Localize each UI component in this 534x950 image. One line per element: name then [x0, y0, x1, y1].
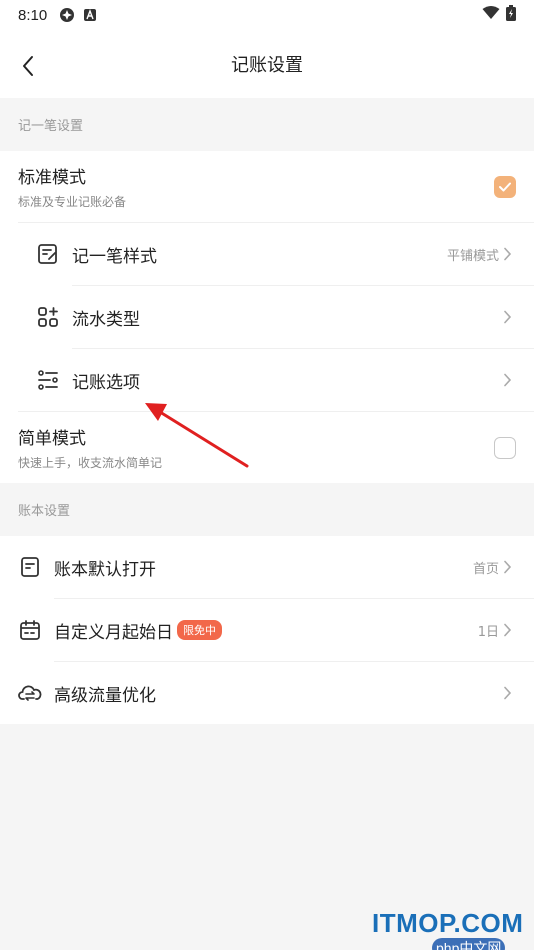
sliders-icon — [36, 368, 60, 392]
watermark-sub: php中文网 — [432, 938, 506, 950]
grid-plus-icon — [36, 305, 60, 329]
nav-bar: 记账设置 — [0, 30, 534, 98]
chevron-right-icon — [503, 623, 512, 637]
chevron-right-icon — [503, 247, 512, 261]
chevron-right-icon — [503, 560, 512, 574]
standard-mode-row[interactable]: 标准模式 标准及专业记账必备 — [0, 151, 534, 222]
default-book-open-value: 首页 — [472, 561, 499, 577]
custom-month-start-row[interactable]: 自定义月起始日 限免中 1日 — [0, 599, 534, 661]
section-header-book: 账本设置 — [0, 483, 534, 536]
flow-type-label: 流水类型 — [72, 309, 140, 330]
custom-month-start-value: 1日 — [477, 624, 499, 640]
document-icon — [18, 555, 42, 579]
free-badge: 限免中 — [177, 620, 222, 640]
simple-mode-checkbox[interactable] — [494, 436, 516, 459]
watermark: ITMOP.COM php中文网 — [372, 908, 524, 950]
standard-mode-title: 标准模式 — [18, 168, 86, 188]
record-settings-card: 标准模式 标准及专业记账必备 记一笔样式 平铺模式 流水类型 记账选项 简单模式… — [0, 151, 534, 483]
status-time: 8:10 — [18, 6, 48, 24]
chevron-right-icon — [503, 310, 512, 324]
default-book-open-label: 账本默认打开 — [54, 559, 156, 580]
default-book-open-row[interactable]: 账本默认打开 首页 — [0, 536, 534, 598]
calendar-icon — [18, 618, 42, 642]
simple-mode-subtitle: 快速上手，收支流水简单记 — [18, 456, 163, 470]
status-bar: 8:10 — [0, 0, 534, 30]
page-title: 记账设置 — [231, 55, 303, 76]
font-notification-icon — [83, 8, 97, 22]
record-options-row[interactable]: 记账选项 — [0, 349, 534, 411]
section-header-record: 记一笔设置 — [0, 98, 534, 151]
standard-mode-checkbox[interactable] — [494, 175, 516, 198]
edit-icon — [36, 242, 60, 266]
check-icon — [499, 182, 511, 191]
record-style-label: 记一笔样式 — [72, 246, 157, 267]
custom-month-start-label: 自定义月起始日 — [54, 622, 173, 643]
record-options-label: 记账选项 — [72, 372, 140, 393]
chevron-left-icon — [23, 56, 33, 76]
simple-mode-title: 简单模式 — [18, 429, 86, 449]
traffic-optimize-row[interactable]: 高级流量优化 — [0, 662, 534, 724]
cloud-sync-icon — [18, 681, 42, 705]
wifi-icon — [482, 6, 500, 24]
record-style-row[interactable]: 记一笔样式 平铺模式 — [0, 223, 534, 285]
chevron-right-icon — [503, 373, 512, 387]
simple-mode-row[interactable]: 简单模式 快速上手，收支流水简单记 — [0, 412, 534, 483]
standard-mode-subtitle: 标准及专业记账必备 — [18, 195, 127, 209]
record-style-value: 平铺模式 — [446, 248, 499, 264]
watermark-text: ITMOP.COM — [372, 908, 524, 938]
book-settings-card: 账本默认打开 首页 自定义月起始日 限免中 1日 高级流量优化 — [0, 536, 534, 724]
back-button[interactable] — [14, 52, 42, 80]
traffic-optimize-label: 高级流量优化 — [54, 685, 156, 706]
app-notification-icon — [59, 7, 75, 23]
battery-icon — [506, 5, 516, 25]
flow-type-row[interactable]: 流水类型 — [0, 286, 534, 348]
chevron-right-icon — [503, 686, 512, 700]
